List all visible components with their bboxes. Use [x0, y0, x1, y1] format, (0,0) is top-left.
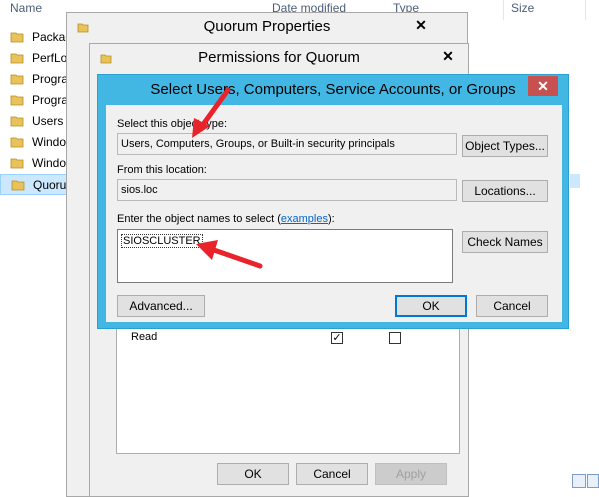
deny-read-checkbox[interactable]	[389, 332, 401, 344]
folder-icon	[10, 95, 24, 106]
folder-icon	[10, 137, 24, 148]
allow-read-checkbox[interactable]: ✓	[331, 332, 343, 344]
folder-icon	[10, 158, 24, 169]
ok-button[interactable]: OK	[217, 463, 289, 485]
location-field: sios.loc	[117, 179, 457, 201]
column-size[interactable]: Size	[511, 1, 534, 15]
folder-row[interactable]: Windo	[0, 153, 70, 174]
object-names-input[interactable]: SIOSCLUSTER	[117, 229, 453, 283]
folder-name: Progra	[32, 72, 69, 86]
folder-row[interactable]: Progra	[0, 90, 70, 111]
folder-name: Progra	[32, 93, 69, 107]
select-users-dialog: Select Users, Computers, Service Account…	[97, 74, 569, 329]
names-label: Enter the object names to select (exampl…	[117, 213, 335, 225]
folder-icon	[10, 116, 24, 127]
folder-row[interactable]: Progra	[0, 69, 70, 90]
folder-row[interactable]: Packag	[0, 27, 72, 48]
object-type-label: Select this object type:	[117, 118, 228, 130]
folder-icon	[10, 53, 24, 64]
folder-name: PerfLo	[32, 51, 68, 65]
cancel-button[interactable]: Cancel	[296, 463, 368, 485]
folder-row[interactable]: PerfLo	[0, 48, 70, 69]
object-type-field: Users, Computers, Groups, or Built-in se…	[117, 133, 457, 155]
location-label: From this location:	[117, 164, 207, 176]
permission-read-label: Read	[131, 331, 158, 343]
locations-button[interactable]: Locations...	[462, 180, 548, 202]
object-names-value: SIOSCLUSTER	[121, 234, 203, 248]
column-divider	[585, 0, 586, 20]
large-icons-view-icon[interactable]	[587, 474, 599, 488]
close-icon[interactable]: ✕	[434, 47, 462, 65]
advanced-button[interactable]: Advanced...	[117, 295, 205, 317]
ok-button[interactable]: OK	[395, 295, 467, 317]
folder-name: Users	[32, 114, 64, 128]
folder-name: Windo	[32, 156, 67, 170]
dialog-title: Select Users, Computers, Service Account…	[150, 81, 516, 98]
object-types-button[interactable]: Object Types...	[462, 135, 548, 157]
folder-row[interactable]: Users	[0, 111, 70, 132]
dialog-body: Select this object type: Users, Computer…	[106, 105, 562, 322]
close-icon[interactable]: ✕	[407, 16, 435, 34]
folder-name: Quoru	[33, 178, 67, 192]
check-names-button[interactable]: Check Names	[462, 231, 548, 253]
folder-row[interactable]: Quoru	[0, 174, 72, 195]
cancel-button[interactable]: Cancel	[476, 295, 548, 317]
apply-button[interactable]: Apply	[375, 463, 447, 485]
details-view-icon[interactable]	[572, 474, 586, 488]
folder-row[interactable]: Windo	[0, 132, 70, 153]
folder-icon	[10, 32, 24, 43]
examples-link[interactable]: examples	[281, 213, 328, 225]
folder-icon	[10, 74, 24, 85]
close-icon[interactable]: ✕	[528, 76, 558, 96]
column-name[interactable]: Name	[10, 1, 42, 15]
window-title: Permissions for Quorum	[198, 49, 360, 66]
permissions-list: Read ✓	[116, 324, 460, 454]
folder-name: Windo	[32, 135, 67, 149]
column-divider	[503, 0, 504, 20]
selection-highlight-end	[570, 174, 580, 188]
folder-icon	[11, 180, 25, 191]
